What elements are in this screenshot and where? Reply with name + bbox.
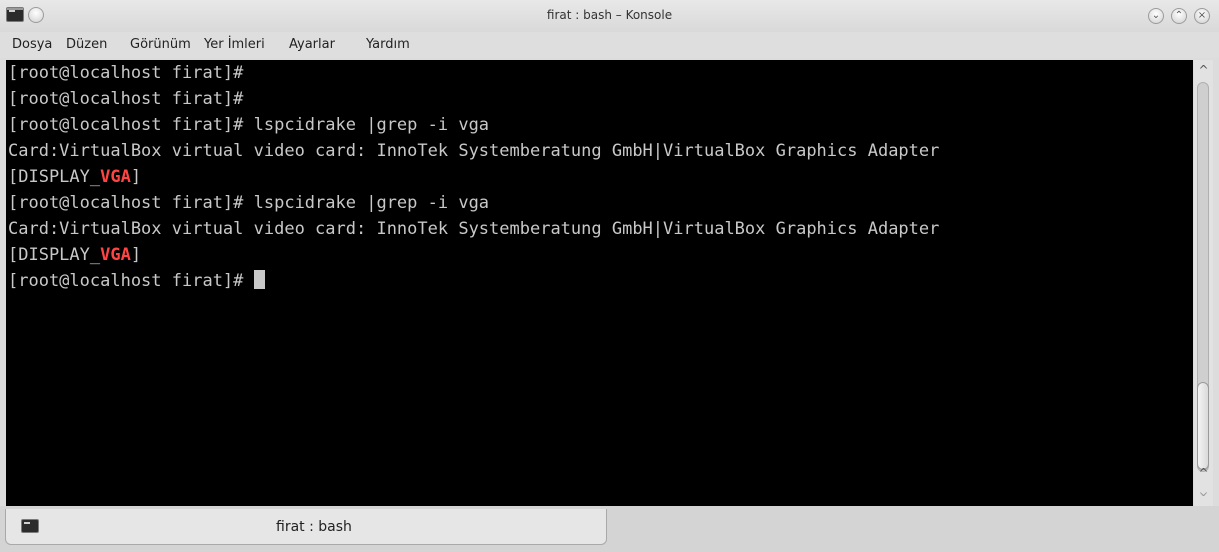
menu-bookmarks[interactable]: Yer İmleri — [204, 37, 265, 52]
menu-edit[interactable]: Düzen — [66, 37, 107, 52]
terminal-icon — [21, 519, 39, 533]
terminal-prompt: [root@localhost firat]# — [8, 271, 254, 291]
terminal-line: [root@localhost firat]# — [8, 89, 244, 109]
menu-bar: Dosya Düzen Görünüm Yer İmleri Ayarlar Y… — [0, 32, 1219, 58]
terminal-line: [root@localhost firat]# lspcidrake |grep… — [8, 115, 490, 135]
display-prefix: [DISPLAY_ — [8, 245, 101, 265]
vertical-scrollbar[interactable]: ^ ^ ^ — [1194, 60, 1213, 506]
terminal-output[interactable]: [root@localhost firat]# [root@localhost … — [6, 60, 1193, 506]
terminal-line: [DISPLAY_VGA] — [8, 164, 141, 190]
menu-help[interactable]: Yardım — [366, 37, 410, 52]
window-title: firat : bash – Konsole — [546, 8, 673, 22]
terminal-line: Card:VirtualBox virtual video card: Inno… — [8, 141, 940, 161]
konsole-window: firat : bash – Konsole ⌄ ⌃ × Dosya Düzen… — [0, 0, 1219, 552]
title-bar[interactable]: firat : bash – Konsole ⌄ ⌃ × — [0, 0, 1219, 32]
scroll-up-icon[interactable]: ^ — [1194, 63, 1213, 77]
minimize-button[interactable]: ⌄ — [1148, 8, 1164, 24]
scroll-down-icon[interactable]: ^ — [1194, 466, 1213, 480]
terminal-line: [root@localhost firat]# lspcidrake |grep… — [8, 193, 490, 213]
vga-highlight: VGA — [100, 167, 131, 187]
tab-label: firat : bash — [276, 519, 352, 535]
display-suffix: ] — [130, 245, 142, 265]
close-button[interactable]: × — [1194, 8, 1210, 24]
tab-bar: firat : bash — [0, 506, 1219, 552]
terminal-prompt-line: [root@localhost firat]# — [8, 268, 265, 294]
menu-view[interactable]: Görünüm — [130, 37, 191, 52]
display-prefix: [DISPLAY_ — [8, 167, 101, 187]
terminal-line: [root@localhost firat]# — [8, 63, 244, 83]
scroll-down-arrow-icon[interactable]: ^ — [1194, 484, 1213, 498]
scroll-thumb[interactable] — [1197, 382, 1209, 470]
menu-file[interactable]: Dosya — [12, 37, 52, 52]
vga-highlight: VGA — [100, 245, 131, 265]
maximize-button[interactable]: ⌃ — [1171, 8, 1187, 24]
text-cursor — [253, 270, 265, 289]
terminal-line: [DISPLAY_VGA] — [8, 242, 141, 268]
tab-firat-bash[interactable]: firat : bash — [5, 509, 607, 545]
display-suffix: ] — [130, 167, 142, 187]
terminal-line: Card:VirtualBox virtual video card: Inno… — [8, 219, 940, 239]
menu-settings[interactable]: Ayarlar — [289, 37, 335, 52]
